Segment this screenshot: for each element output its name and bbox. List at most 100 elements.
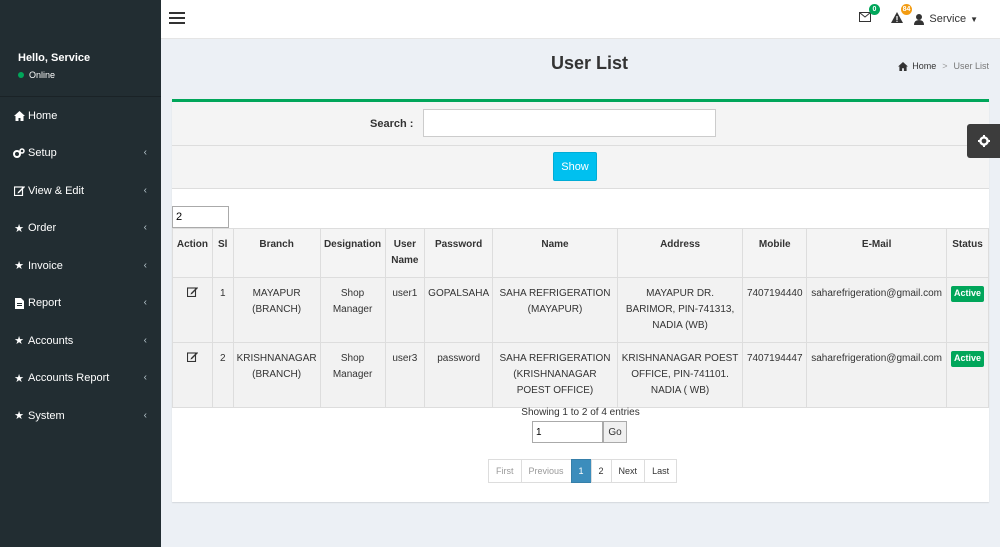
edit-icon[interactable] <box>186 351 198 368</box>
user-list-box: Search : Show Action Sl Branch Designati… <box>172 99 989 502</box>
star-icon: ★ <box>14 260 24 273</box>
warning-icon <box>891 12 903 23</box>
table-row: 2 KRISHNANAGAR (BRANCH) Shop Manager use… <box>172 342 989 408</box>
go-button[interactable]: Go <box>603 421 627 443</box>
user-menu-label: Service <box>929 13 967 25</box>
breadcrumb-separator: > <box>942 61 948 71</box>
page-next[interactable]: Next <box>610 459 646 483</box>
chevron-left-icon: ‹ <box>143 297 147 309</box>
sidebar-item-invoice[interactable]: ★ Invoice ‹ <box>0 247 161 285</box>
sidebar-item-setup[interactable]: Setup ‹ <box>0 135 161 173</box>
sidebar-menu: Home Setup ‹ View & Edit ‹ ★ Order ‹ ★ I… <box>0 97 161 435</box>
sidebar-item-label: Report <box>28 297 62 310</box>
breadcrumb-home-link[interactable]: Home <box>912 61 936 71</box>
chevron-left-icon: ‹ <box>143 409 147 421</box>
username-cell: user3 <box>384 342 426 408</box>
column-header: Name <box>492 228 618 278</box>
page-previous[interactable]: Previous <box>520 459 572 483</box>
mobile-cell: 7407194447 <box>742 342 808 408</box>
column-header: Sl <box>211 228 234 278</box>
sidebar-item-accounts-report[interactable]: ★ Accounts Report ‹ <box>0 360 161 398</box>
designation-cell: Shop Manager <box>319 342 386 408</box>
caret-down-icon: ▼ <box>970 14 978 24</box>
column-header: Address <box>616 228 744 278</box>
action-cell <box>172 342 213 408</box>
sidebar-item-view-edit[interactable]: View & Edit ‹ <box>0 172 161 210</box>
alerts-button[interactable]: 84 <box>891 4 912 26</box>
chevron-left-icon: ‹ <box>143 259 147 271</box>
user-panel: Hello, Service Online <box>0 0 161 97</box>
user-menu-dropdown[interactable]: Service ▼ <box>914 13 978 25</box>
column-header: Branch <box>232 228 321 278</box>
column-header: E-Mail <box>806 228 948 278</box>
edit-icon[interactable] <box>186 286 198 303</box>
action-cell <box>172 277 213 343</box>
table-row: 1 MAYAPUR (BRANCH) Shop Manager user1 GO… <box>172 277 989 343</box>
email-cell: saharefrigeration@gmail.com <box>806 277 948 343</box>
email-cell: saharefrigeration@gmail.com <box>806 342 948 408</box>
chevron-left-icon: ‹ <box>143 147 147 159</box>
status-badge[interactable]: Active <box>951 351 985 367</box>
username-cell: user1 <box>384 277 426 343</box>
breadcrumb-current: User List <box>953 61 989 71</box>
page-title: User List <box>551 53 629 73</box>
page-length-input[interactable] <box>172 206 229 228</box>
page-1[interactable]: 1 <box>570 459 592 483</box>
chevron-left-icon: ‹ <box>143 372 147 384</box>
show-button[interactable]: Show <box>553 152 597 181</box>
sidebar-item-label: Setup <box>28 147 57 160</box>
page-first[interactable]: First <box>488 459 522 483</box>
go-page-input[interactable] <box>532 421 603 443</box>
sidebar: Hello, Service Online Home Setup ‹ View … <box>0 0 161 547</box>
sidebar-item-label: Accounts <box>28 334 74 347</box>
sidebar-item-label: Invoice <box>28 259 63 272</box>
pagination: First Previous 1 2 Next Last <box>488 459 678 483</box>
envelope-icon <box>859 12 871 22</box>
sidebar-item-label: Home <box>28 109 58 122</box>
page-2[interactable]: 2 <box>590 459 612 483</box>
sidebar-item-label: Order <box>28 222 57 235</box>
chevron-left-icon: ‹ <box>143 334 147 346</box>
gear-icon <box>977 135 990 147</box>
user-table: Action Sl Branch Designation User Name P… <box>172 228 989 408</box>
branch-cell: KRISHNANAGAR (BRANCH) <box>232 342 321 408</box>
status-cell: Active <box>946 342 989 408</box>
mobile-cell: 7407194440 <box>742 277 808 343</box>
chevron-left-icon: ‹ <box>143 222 147 234</box>
table-header-row: Action Sl Branch Designation User Name P… <box>172 228 989 278</box>
search-input[interactable] <box>423 109 716 137</box>
column-header: Designation <box>319 228 386 278</box>
messages-button[interactable]: 0 <box>859 4 880 25</box>
sidebar-toggle-icon[interactable] <box>169 12 185 24</box>
page-last[interactable]: Last <box>644 459 678 483</box>
user-icon <box>914 13 925 25</box>
chevron-left-icon: ‹ <box>143 184 147 196</box>
column-header: Action <box>172 228 213 278</box>
designation-cell: Shop Manager <box>319 277 386 343</box>
status-cell: Active <box>946 277 989 343</box>
star-icon: ★ <box>14 335 24 348</box>
sidebar-item-accounts[interactable]: ★ Accounts ‹ <box>0 322 161 360</box>
home-icon <box>11 110 27 121</box>
file-icon <box>11 297 27 309</box>
user-status: Online <box>18 70 161 80</box>
user-greeting: Hello, Service <box>18 52 91 64</box>
sidebar-item-label: View & Edit <box>28 184 85 197</box>
sidebar-item-report[interactable]: Report ‹ <box>0 285 161 323</box>
edit-icon <box>11 185 27 197</box>
show-row: Show <box>172 146 989 189</box>
search-label: Search : <box>370 118 414 130</box>
search-row: Search : <box>172 102 989 146</box>
sl-cell: 2 <box>211 342 234 408</box>
sidebar-item-order[interactable]: ★ Order ‹ <box>0 210 161 248</box>
sidebar-item-system[interactable]: ★ System ‹ <box>0 397 161 435</box>
star-icon: ★ <box>14 222 24 235</box>
column-header: User Name <box>384 228 426 278</box>
column-header: Password <box>424 228 494 278</box>
status-badge[interactable]: Active <box>951 286 985 302</box>
sidebar-item-home[interactable]: Home <box>0 97 161 135</box>
sidebar-item-label: Accounts Report <box>28 372 110 385</box>
alerts-badge: 84 <box>901 4 912 15</box>
column-header: Status <box>946 228 989 278</box>
settings-toggle-button[interactable] <box>967 124 1000 158</box>
